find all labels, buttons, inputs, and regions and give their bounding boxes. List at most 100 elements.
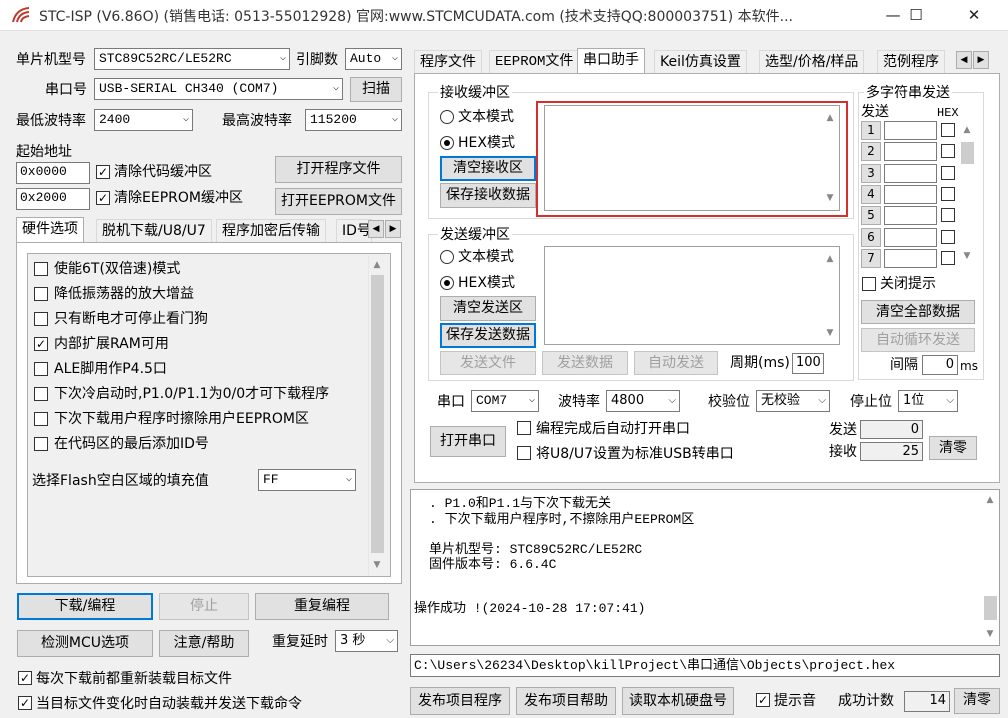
scan-button[interactable]: 扫描 xyxy=(350,77,402,102)
multi-hex-checkbox[interactable] xyxy=(941,123,955,137)
stop-button[interactable]: 停止 xyxy=(159,593,249,620)
interval-input[interactable]: 0 xyxy=(922,355,958,375)
multi-string-input[interactable] xyxy=(884,121,937,140)
open-serial-button[interactable]: 打开串口 xyxy=(430,426,506,457)
flash-fill-select[interactable]: FF ⌵ xyxy=(258,469,356,491)
send-data-button[interactable]: 发送数据 xyxy=(542,351,628,375)
tab-offline-download[interactable]: 脱机下载/U8/U7 xyxy=(96,219,212,242)
multi-send-row-button[interactable]: 3 xyxy=(861,163,881,183)
tab-hardware-options[interactable]: 硬件选项 xyxy=(16,217,84,242)
multi-string-input[interactable] xyxy=(884,163,937,183)
option-checkbox[interactable] xyxy=(34,437,48,451)
serial-port-select[interactable]: COM7 ⌵ xyxy=(471,390,539,412)
send-text-mode-radio[interactable] xyxy=(440,250,454,264)
receive-text-area[interactable] xyxy=(544,105,840,211)
save-send-button[interactable]: 保存发送数据 xyxy=(440,323,536,348)
auto-loop-send-button[interactable]: 自动循环发送 xyxy=(861,328,975,352)
tab-program-file[interactable]: 程序文件 xyxy=(414,50,482,73)
multi-string-input[interactable] xyxy=(884,206,937,226)
tab-keil-settings[interactable]: Keil仿真设置 xyxy=(654,50,747,73)
multi-hex-checkbox[interactable] xyxy=(941,250,955,265)
clear-receive-button[interactable]: 清空接收区 xyxy=(440,156,536,181)
tab-serial-assistant[interactable]: 串口助手 xyxy=(577,48,645,73)
send-scrollbar[interactable]: ▲ ▼ xyxy=(822,247,839,344)
clear-eeprom-checkbox[interactable]: ✓ xyxy=(96,191,110,205)
multi-string-input[interactable] xyxy=(884,142,937,162)
tab-scroll-right-icon[interactable]: ▶ xyxy=(385,220,401,238)
clear-success-button[interactable]: 清零 xyxy=(954,688,1000,714)
publish-project-button[interactable]: 发布项目程序 xyxy=(410,687,510,715)
tab-scroll-right-icon[interactable]: ▶ xyxy=(973,51,989,69)
log-scrollbar[interactable]: ▲ ▼ xyxy=(982,490,999,645)
tab-id-number[interactable]: ID号 xyxy=(336,219,372,242)
multi-send-row-button[interactable]: 7 xyxy=(861,248,881,268)
mcu-type-select[interactable]: STC89C52RC/LE52RC ⌵ xyxy=(94,48,290,70)
help-button[interactable]: 注意/帮助 xyxy=(159,630,249,657)
multi-scrollbar[interactable]: ▲ ▼ xyxy=(959,120,976,268)
multi-hex-checkbox[interactable] xyxy=(941,144,955,159)
tab-scroll-left-icon[interactable]: ◀ xyxy=(368,220,384,238)
maximize-button[interactable]: ☐ xyxy=(893,0,939,31)
tab-eeprom-file[interactable]: EEPROM文件 xyxy=(489,50,580,73)
publish-help-button[interactable]: 发布项目帮助 xyxy=(516,687,616,715)
send-file-button[interactable]: 发送文件 xyxy=(440,351,536,375)
multi-send-row-button[interactable]: 2 xyxy=(861,142,881,162)
open-program-button[interactable]: 打开程序文件 xyxy=(275,156,402,183)
clear-code-checkbox[interactable]: ✓ xyxy=(96,165,110,179)
scroll-thumb[interactable] xyxy=(371,275,384,553)
option-checkbox[interactable]: ✓ xyxy=(34,337,48,351)
download-program-button[interactable]: 下载/编程 xyxy=(17,593,153,620)
usb-serial-checkbox[interactable] xyxy=(517,446,531,460)
multi-hex-checkbox[interactable] xyxy=(941,186,955,201)
tab-encrypt-transfer[interactable]: 程序加密后传输 xyxy=(216,219,326,242)
option-checkbox[interactable] xyxy=(34,262,48,276)
open-eeprom-button[interactable]: 打开EEPROM文件 xyxy=(275,188,402,215)
tab-examples[interactable]: 范例程序 xyxy=(877,50,945,73)
sound-checkbox[interactable]: ✓ xyxy=(756,693,770,707)
multi-send-row-button[interactable]: 1 xyxy=(861,121,881,140)
scroll-thumb[interactable] xyxy=(961,142,974,164)
scroll-down-icon[interactable]: ▼ xyxy=(822,325,838,342)
scroll-up-icon[interactable]: ▲ xyxy=(822,251,838,268)
multi-hex-checkbox[interactable] xyxy=(941,165,955,180)
multi-hex-checkbox[interactable] xyxy=(941,229,955,244)
scroll-down-icon[interactable]: ▼ xyxy=(822,190,838,207)
option-checkbox[interactable] xyxy=(34,287,48,301)
scroll-down-icon[interactable]: ▼ xyxy=(369,557,385,574)
multi-string-input[interactable] xyxy=(884,248,937,268)
multi-hex-checkbox[interactable] xyxy=(941,208,955,223)
close-button[interactable]: ✕ xyxy=(951,0,997,31)
auto-open-checkbox[interactable] xyxy=(517,421,531,435)
close-hint-checkbox[interactable] xyxy=(862,277,876,291)
option-checkbox[interactable] xyxy=(34,362,48,376)
scroll-up-icon[interactable]: ▲ xyxy=(959,122,975,139)
port-select[interactable]: USB-SERIAL CH340 (COM7) ⌵ xyxy=(94,78,343,100)
clear-all-data-button[interactable]: 清空全部数据 xyxy=(861,300,975,324)
save-receive-button[interactable]: 保存接收数据 xyxy=(440,183,536,208)
code-address-input[interactable]: 0x0000 xyxy=(16,162,90,184)
autoload-checkbox[interactable]: ✓ xyxy=(18,696,32,710)
scroll-up-icon[interactable]: ▲ xyxy=(369,257,385,274)
receive-hex-mode-radio[interactable] xyxy=(440,136,454,150)
send-text-area[interactable] xyxy=(544,246,840,345)
period-input[interactable]: 100 xyxy=(792,353,824,374)
multi-string-input[interactable] xyxy=(884,227,937,247)
pin-select[interactable]: Auto ⌵ xyxy=(345,48,402,70)
multi-send-row-button[interactable]: 6 xyxy=(861,227,881,247)
option-checkbox[interactable] xyxy=(34,387,48,401)
receive-text-mode-radio[interactable] xyxy=(440,110,454,124)
options-scrollbar[interactable]: ▲ ▼ xyxy=(368,255,385,575)
min-baud-select[interactable]: 2400 ⌵ xyxy=(94,109,193,131)
repeat-delay-select[interactable]: 3 秒 ⌵ xyxy=(335,630,398,652)
tab-scroll-left-icon[interactable]: ◀ xyxy=(956,51,972,69)
stop-bits-select[interactable]: 1位 ⌵ xyxy=(898,390,958,412)
eeprom-address-input[interactable]: 0x2000 xyxy=(16,188,90,210)
max-baud-select[interactable]: 115200 ⌵ xyxy=(305,109,402,131)
option-checkbox[interactable] xyxy=(34,412,48,426)
reload-checkbox[interactable]: ✓ xyxy=(18,671,32,685)
multi-send-row-button[interactable]: 5 xyxy=(861,206,881,226)
read-disk-button[interactable]: 读取本机硬盘号 xyxy=(622,687,734,715)
clear-send-button[interactable]: 清空发送区 xyxy=(440,296,536,321)
clear-count-button[interactable]: 清零 xyxy=(929,436,977,460)
parity-select[interactable]: 无校验 ⌵ xyxy=(756,390,830,412)
